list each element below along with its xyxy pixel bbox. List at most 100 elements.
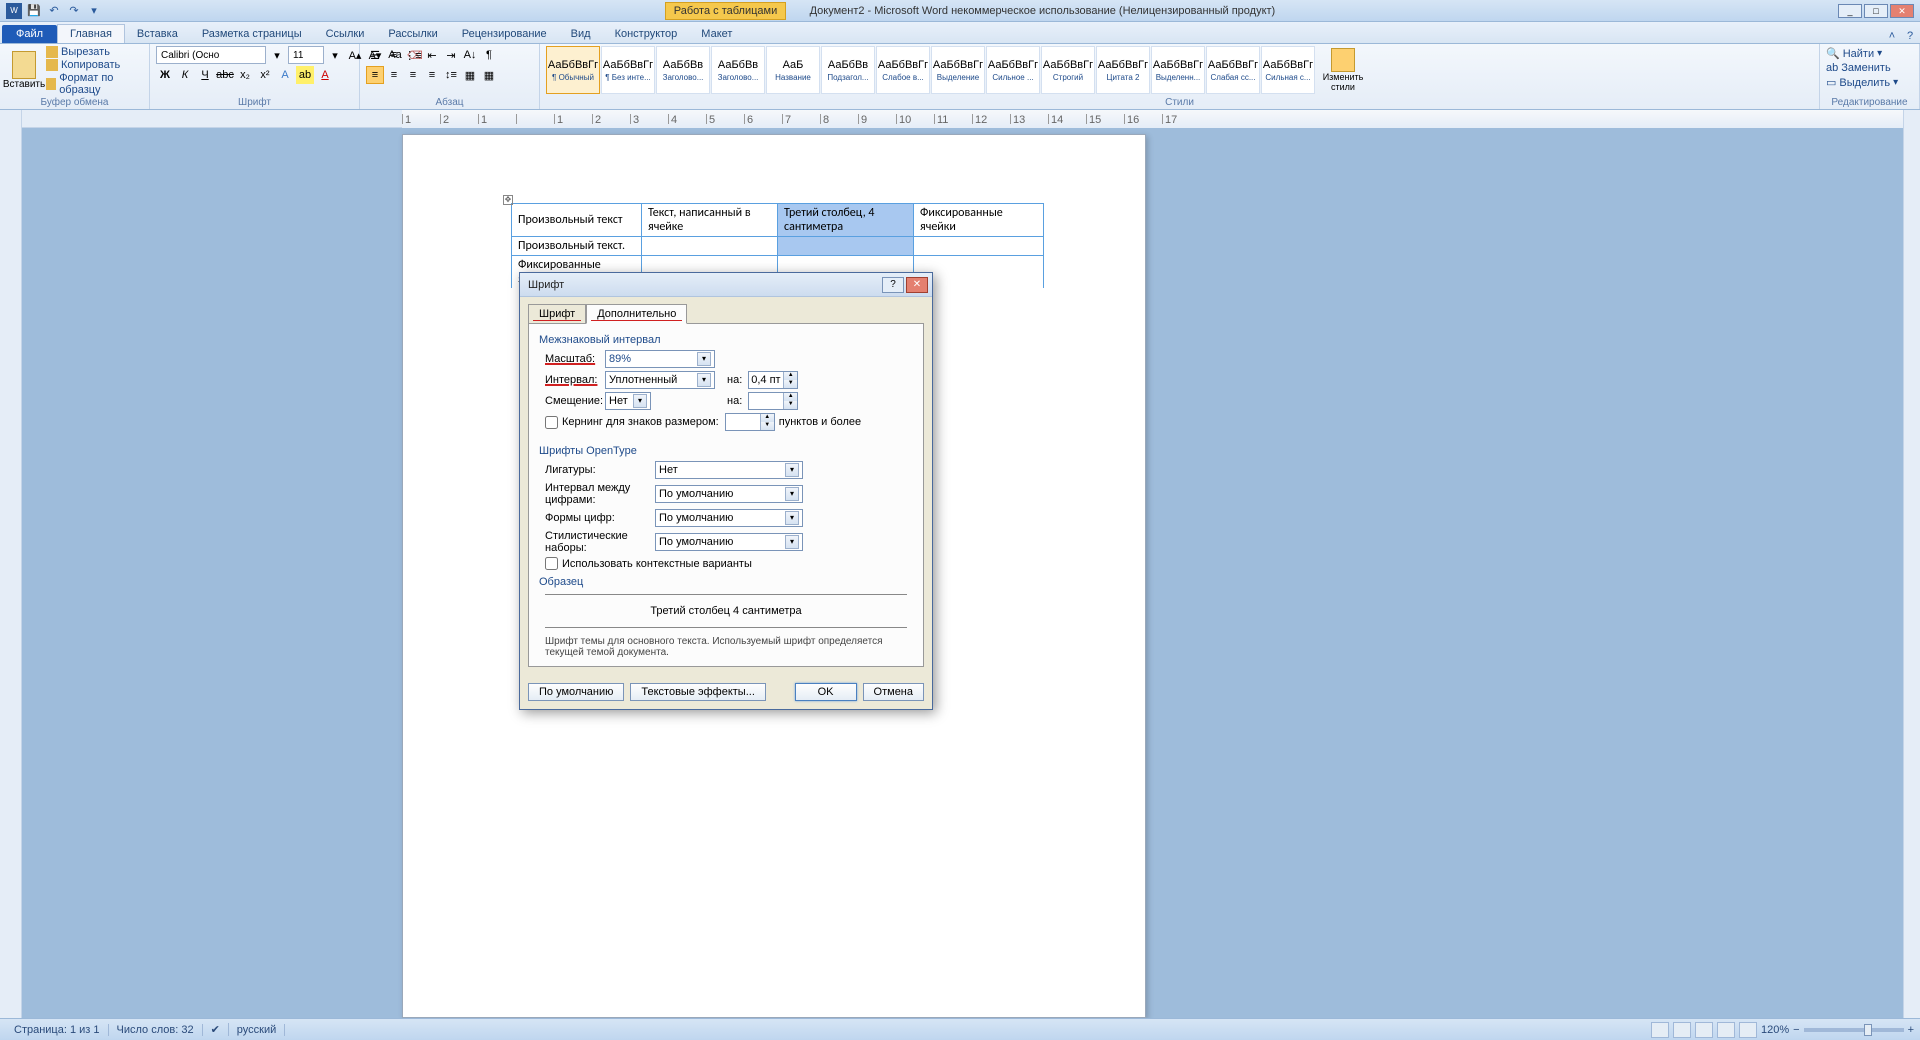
- num-forms-combo[interactable]: По умолчанию▾: [655, 509, 803, 527]
- text-effects-icon[interactable]: A: [276, 66, 294, 84]
- scale-combo[interactable]: 89% ▾: [605, 350, 715, 368]
- cancel-button[interactable]: Отмена: [863, 683, 924, 701]
- align-center-button[interactable]: ≡: [385, 66, 403, 84]
- tab-table-layout[interactable]: Макет: [689, 25, 744, 43]
- multilevel-icon[interactable]: ⋮≡: [404, 46, 422, 64]
- redo-icon[interactable]: ↷: [66, 3, 82, 19]
- style-item[interactable]: АаБбВвПодзагол...: [821, 46, 875, 94]
- position-by-input[interactable]: [749, 393, 783, 409]
- style-item[interactable]: АаБбВвЗаголово...: [711, 46, 765, 94]
- undo-icon[interactable]: ↶: [46, 3, 62, 19]
- select-button[interactable]: ▭Выделить ▾: [1826, 75, 1898, 90]
- chevron-down-icon[interactable]: ▾: [697, 352, 711, 366]
- strikethrough-button[interactable]: abc: [216, 66, 234, 84]
- table-row[interactable]: Произвольный текст.: [512, 237, 1044, 256]
- qat-dropdown-icon[interactable]: ▾: [86, 3, 102, 19]
- spin-down-icon[interactable]: ▼: [760, 422, 774, 430]
- table-cell[interactable]: Текст, написанный в ячейке: [642, 204, 778, 237]
- view-outline-icon[interactable]: [1717, 1022, 1735, 1038]
- spacing-by-spinner[interactable]: ▲▼: [748, 371, 798, 389]
- style-item[interactable]: АаБбВвГг¶ Обычный: [546, 46, 600, 94]
- style-sets-combo[interactable]: По умолчанию▾: [655, 533, 803, 551]
- spin-up-icon[interactable]: ▲: [783, 372, 797, 380]
- dialog-close-button[interactable]: ✕: [906, 277, 928, 293]
- position-by-spinner[interactable]: ▲▼: [748, 392, 798, 410]
- subscript-button[interactable]: x₂: [236, 66, 254, 84]
- styles-gallery[interactable]: АаБбВвГг¶ ОбычныйАаБбВвГг¶ Без инте...Аа…: [546, 46, 1315, 94]
- contextual-checkbox[interactable]: [545, 557, 558, 570]
- style-item[interactable]: АаБбВвЗаголово...: [656, 46, 710, 94]
- minimize-button[interactable]: _: [1838, 4, 1862, 18]
- sort-icon[interactable]: A↓: [461, 46, 479, 64]
- show-marks-icon[interactable]: ¶: [480, 46, 498, 64]
- status-proofing-icon[interactable]: ✔: [203, 1023, 229, 1036]
- position-combo[interactable]: Нет ▾: [605, 392, 651, 410]
- ok-button[interactable]: OK: [795, 683, 857, 701]
- replace-button[interactable]: abЗаменить: [1826, 61, 1898, 75]
- increase-indent-icon[interactable]: ⇥: [442, 46, 460, 64]
- style-item[interactable]: АаБбВвГгСильное ...: [986, 46, 1040, 94]
- style-item[interactable]: АаБбВвГгВыделение: [931, 46, 985, 94]
- style-item[interactable]: АаБбВвГгСлабое в...: [876, 46, 930, 94]
- borders-icon[interactable]: ▦: [480, 66, 498, 84]
- style-item[interactable]: АаБбВвГгСильная с...: [1261, 46, 1315, 94]
- font-name-dropdown-icon[interactable]: ▾: [268, 46, 286, 64]
- zoom-out-button[interactable]: −: [1793, 1024, 1799, 1036]
- tab-references[interactable]: Ссылки: [314, 25, 377, 43]
- style-item[interactable]: АаБбВвГгВыделенн...: [1151, 46, 1205, 94]
- table-move-handle[interactable]: ✥: [503, 195, 513, 205]
- superscript-button[interactable]: x²: [256, 66, 274, 84]
- spin-down-icon[interactable]: ▼: [783, 380, 797, 388]
- tab-page-layout[interactable]: Разметка страницы: [190, 25, 314, 43]
- zoom-percent[interactable]: 120%: [1761, 1024, 1789, 1036]
- vertical-scrollbar[interactable]: [1903, 110, 1920, 1018]
- table-cell-selected[interactable]: Третий столбец, 4 сантиметра: [778, 204, 914, 237]
- table-cell[interactable]: Фиксированные ячейки: [914, 204, 1044, 237]
- spacing-combo[interactable]: Уплотненный ▾: [605, 371, 715, 389]
- horizontal-ruler[interactable]: 1211234567891011121314151617: [22, 110, 1920, 128]
- chevron-down-icon[interactable]: ▾: [697, 373, 711, 387]
- save-icon[interactable]: 💾: [26, 3, 42, 19]
- tab-review[interactable]: Рецензирование: [450, 25, 559, 43]
- close-button[interactable]: ✕: [1890, 4, 1914, 18]
- numbering-icon[interactable]: ≡: [385, 46, 403, 64]
- tab-mailings[interactable]: Рассылки: [376, 25, 449, 43]
- zoom-thumb[interactable]: [1864, 1024, 1872, 1036]
- chevron-down-icon[interactable]: ▾: [785, 463, 799, 477]
- format-painter-button[interactable]: Формат по образцу: [46, 72, 143, 96]
- minimize-ribbon-icon[interactable]: ˄: [1884, 28, 1900, 44]
- view-web-icon[interactable]: [1695, 1022, 1713, 1038]
- dialog-help-button[interactable]: ?: [882, 277, 904, 293]
- tab-home[interactable]: Главная: [57, 24, 125, 43]
- table-cell[interactable]: [914, 237, 1044, 256]
- font-size-input[interactable]: [288, 46, 324, 64]
- paste-button[interactable]: Вставить: [6, 46, 42, 94]
- status-words[interactable]: Число слов: 32: [109, 1024, 203, 1036]
- spin-up-icon[interactable]: ▲: [760, 414, 774, 422]
- kerning-size-input[interactable]: [726, 414, 760, 430]
- num-spacing-combo[interactable]: По умолчанию▾: [655, 485, 803, 503]
- table-cell[interactable]: [914, 256, 1044, 289]
- maximize-button[interactable]: □: [1864, 4, 1888, 18]
- bullets-icon[interactable]: ☰: [366, 46, 384, 64]
- font-name-input[interactable]: [156, 46, 266, 64]
- justify-button[interactable]: ≡: [423, 66, 441, 84]
- table-row[interactable]: Произвольный текст Текст, написанный в я…: [512, 204, 1044, 237]
- spin-down-icon[interactable]: ▼: [783, 401, 797, 409]
- kerning-size-spinner[interactable]: ▲▼: [725, 413, 775, 431]
- style-item[interactable]: АаБбВвГгСтрогий: [1041, 46, 1095, 94]
- style-item[interactable]: АаБбВвГг¶ Без инте...: [601, 46, 655, 94]
- view-fullscreen-icon[interactable]: [1673, 1022, 1691, 1038]
- style-item[interactable]: АаБНазвание: [766, 46, 820, 94]
- chevron-down-icon[interactable]: ▾: [785, 535, 799, 549]
- align-left-button[interactable]: ≡: [366, 66, 384, 84]
- style-item[interactable]: АаБбВвГгСлабая сс...: [1206, 46, 1260, 94]
- spin-up-icon[interactable]: ▲: [783, 393, 797, 401]
- tab-file[interactable]: Файл: [2, 25, 57, 43]
- dialog-tab-advanced[interactable]: Дополнительно: [586, 304, 687, 324]
- vertical-ruler[interactable]: [0, 110, 22, 1018]
- view-draft-icon[interactable]: [1739, 1022, 1757, 1038]
- spacing-by-input[interactable]: [749, 372, 783, 388]
- bold-button[interactable]: Ж: [156, 66, 174, 84]
- style-item[interactable]: АаБбВвГгЦитата 2: [1096, 46, 1150, 94]
